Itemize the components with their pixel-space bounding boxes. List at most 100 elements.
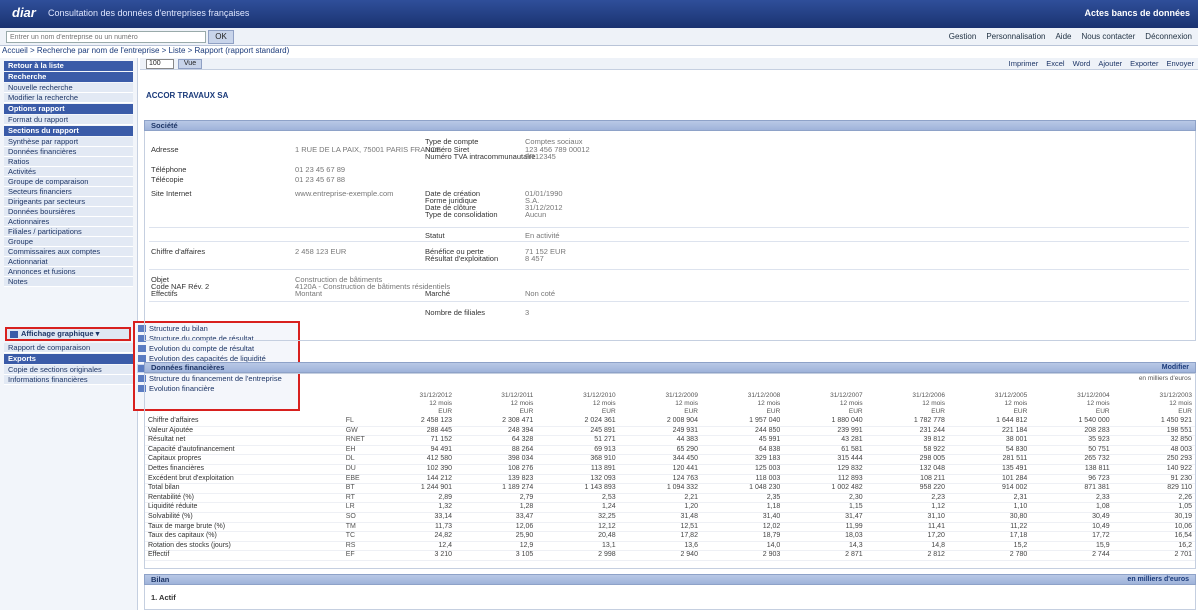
- chart-menu-button[interactable]: Affichage graphique ▾: [5, 327, 131, 341]
- report-action[interactable]: Envoyer: [1166, 59, 1194, 68]
- search-input[interactable]: [6, 31, 206, 43]
- sidebar-item[interactable]: Actionnaires: [4, 217, 133, 227]
- identity-label: Chiffre d'affaires: [151, 247, 206, 256]
- table-cell: 17,18: [947, 531, 1031, 542]
- sidebar-item[interactable]: Retour à la liste: [4, 61, 133, 71]
- top-link[interactable]: Aide: [1055, 32, 1071, 41]
- identity-label: Nombre de filiales: [425, 308, 486, 317]
- table-cell: 2,31: [947, 493, 1031, 504]
- sidebar-item[interactable]: Options rapport: [4, 104, 133, 114]
- row-code: RT: [342, 493, 373, 504]
- top-link[interactable]: Personnalisation: [986, 32, 1045, 41]
- table-cell: 958 220: [865, 483, 948, 494]
- table-cell: 914 002: [947, 483, 1031, 494]
- table-cell: 249 931: [618, 426, 701, 437]
- identity-label: Résultat d'exploitation: [425, 254, 499, 263]
- sidebar-item[interactable]: Secteurs financiers: [4, 187, 133, 197]
- table-cell: 2,21: [618, 493, 701, 504]
- divider: [149, 269, 1189, 270]
- balance-panel-header[interactable]: Bilan en milliers d'euros: [144, 574, 1196, 585]
- column-header: 31/12/2009 12 mois EUR: [665, 392, 698, 415]
- sidebar-item[interactable]: Exports: [4, 354, 134, 364]
- sidebar-item[interactable]: Synthèse par rapport: [4, 137, 133, 147]
- sidebar-item[interactable]: Format du rapport: [4, 115, 133, 125]
- row-label: Rotation des stocks (jours): [145, 541, 343, 552]
- sidebar-item[interactable]: Données boursières: [4, 207, 133, 217]
- breadcrumb[interactable]: Accueil > Recherche par nom de l'entrepr…: [0, 46, 1198, 58]
- chart-icon: [10, 330, 18, 338]
- balance-panel-title: Bilan: [151, 575, 170, 584]
- identity-value: Montant: [295, 289, 323, 298]
- column-header: [343, 383, 373, 417]
- report-action[interactable]: Imprimer: [1009, 59, 1039, 68]
- sidebar-item[interactable]: Données financières: [4, 147, 133, 157]
- report-action[interactable]: Word: [1073, 59, 1091, 68]
- sidebar-item[interactable]: Rapport de comparaison: [4, 343, 134, 353]
- table-cell: 2,26: [1112, 493, 1195, 504]
- table-cell: 69 913: [536, 445, 619, 456]
- financial-panel-header[interactable]: Données financières Modifier: [144, 362, 1196, 373]
- top-link[interactable]: Gestion: [949, 32, 977, 41]
- divider: [149, 241, 1189, 242]
- chevron-down-icon: ▾: [95, 329, 100, 338]
- sidebar-item[interactable]: Groupe: [4, 237, 133, 247]
- table-cell: 14,0: [700, 541, 784, 552]
- sidebar-item[interactable]: Dirigeants par secteurs: [4, 197, 133, 207]
- report-action[interactable]: Excel: [1046, 59, 1064, 68]
- identity-label: Statut: [425, 231, 445, 240]
- sidebar-item[interactable]: Actionnariat: [4, 257, 133, 267]
- table-cell: 43 281: [783, 435, 866, 446]
- sidebar-item[interactable]: Nouvelle recherche: [4, 83, 133, 93]
- sidebar-item[interactable]: Copie de sections originales: [4, 365, 134, 375]
- identity-panel-header[interactable]: Société: [144, 120, 1196, 131]
- financial-panel-title: Données financières: [151, 363, 225, 372]
- sidebar-item[interactable]: Ratios: [4, 157, 133, 167]
- table-cell: 2 780: [947, 550, 1031, 561]
- sidebar-item[interactable]: Informations financières: [4, 375, 134, 385]
- table-cell: 239 991: [783, 426, 866, 437]
- table-cell: 58 922: [865, 445, 948, 456]
- report-action[interactable]: Ajouter: [1098, 59, 1122, 68]
- sidebar-item[interactable]: Modifier la recherche: [4, 93, 133, 103]
- top-link[interactable]: Nous contacter: [1081, 32, 1135, 41]
- user-label[interactable]: Actes bancs de données: [1084, 8, 1190, 18]
- sidebar-item[interactable]: Recherche: [4, 72, 133, 82]
- sidebar-item[interactable]: Groupe de comparaison: [4, 177, 133, 187]
- column-header: 31/12/2006 12 mois EUR: [912, 392, 945, 415]
- sidebar-item[interactable]: Annonces et fusions: [4, 267, 133, 277]
- identity-value: 01 23 45 67 89: [295, 165, 346, 174]
- column-header: 31/12/2012 12 mois EUR: [419, 392, 453, 415]
- table-row: Rentabilité (%) RT 2,89 2,79 2,53 2,21 2,35 2,3…: [145, 493, 1195, 504]
- table-cell: 1,20: [618, 502, 701, 513]
- row-label: Solvabilité (%): [145, 512, 343, 523]
- report-action[interactable]: Exporter: [1130, 59, 1158, 68]
- balance-item[interactable]: 1. Actif: [151, 593, 176, 602]
- table-cell: 144 212: [372, 474, 456, 485]
- search-button[interactable]: OK: [208, 30, 234, 44]
- table-cell: 112 893: [783, 474, 866, 485]
- sidebar-item[interactable]: Commissaires aux comptes: [4, 247, 133, 257]
- row-code: EBE: [342, 474, 373, 485]
- zoom-select[interactable]: 100: [146, 59, 174, 69]
- table-cell: 48 003: [1112, 445, 1195, 456]
- sidebar-item[interactable]: Notes: [4, 277, 133, 287]
- sidebar-item[interactable]: Activités: [4, 167, 133, 177]
- view-button[interactable]: Vue: [178, 59, 202, 69]
- sidebar-item[interactable]: Sections du rapport: [4, 126, 133, 136]
- row-label: Capacité d'autofinancement: [145, 445, 343, 456]
- table-cell: 44 383: [618, 435, 701, 446]
- row-label: Effectif: [145, 550, 343, 561]
- table-cell: 13,1: [536, 541, 619, 552]
- unit-link[interactable]: Modifier: [1162, 363, 1189, 373]
- table-cell: 140 922: [1112, 464, 1195, 475]
- sidebar-item[interactable]: Filiales / participations: [4, 227, 133, 237]
- table-cell: 2 008 904: [618, 417, 701, 427]
- table-cell: 10,06: [1112, 522, 1195, 533]
- table-cell: 2 458 123: [372, 417, 456, 427]
- table-cell: 101 284: [947, 474, 1031, 485]
- identity-label: Effectifs: [151, 289, 178, 298]
- table-cell: 125 003: [700, 464, 784, 475]
- table-cell: 132 048: [865, 464, 948, 475]
- table-cell: 398 034: [455, 454, 537, 465]
- top-link[interactable]: Déconnexion: [1145, 32, 1192, 41]
